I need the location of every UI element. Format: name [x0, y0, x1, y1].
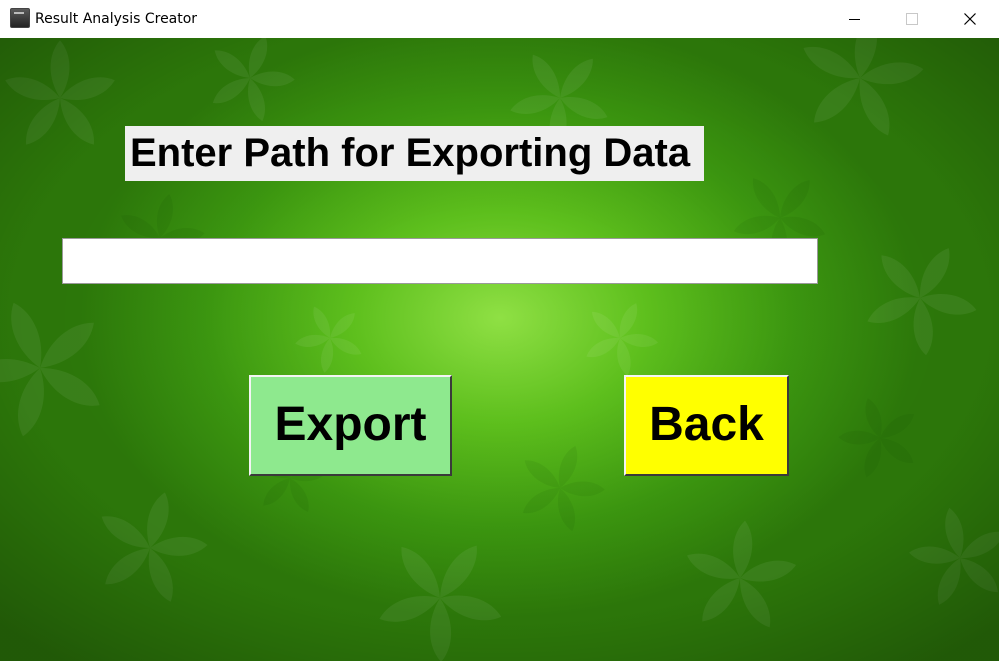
form-area: Enter Path for Exporting Data Export Bac…	[0, 38, 999, 661]
minimize-button[interactable]	[825, 0, 883, 38]
close-button[interactable]	[941, 0, 999, 38]
export-path-input[interactable]	[62, 238, 818, 284]
minimize-icon	[849, 19, 860, 20]
app-window: Result Analysis Creator Enter Path for E…	[0, 0, 999, 661]
back-button[interactable]: Back	[624, 375, 789, 476]
close-icon	[964, 13, 976, 25]
page-title: Enter Path for Exporting Data	[125, 126, 704, 181]
maximize-button[interactable]	[883, 0, 941, 38]
maximize-icon	[906, 13, 918, 25]
export-button[interactable]: Export	[249, 375, 452, 476]
window-title: Result Analysis Creator	[35, 11, 198, 27]
title-bar[interactable]: Result Analysis Creator	[0, 0, 999, 38]
app-window-icon	[10, 8, 30, 28]
